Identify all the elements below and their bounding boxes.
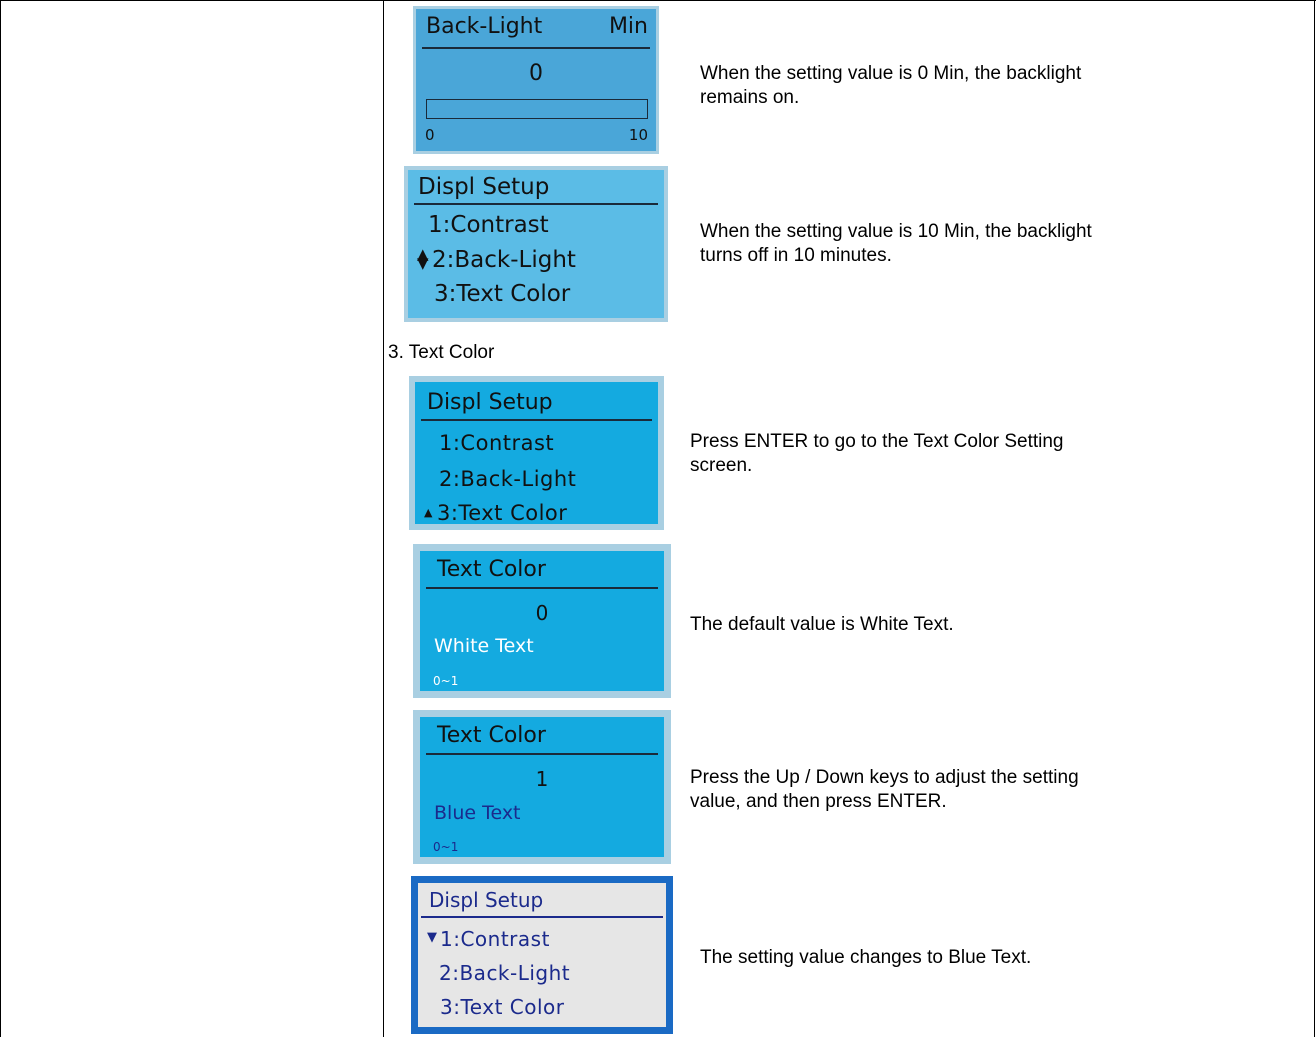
description-line: When the setting value is 0 Min, the bac… bbox=[700, 63, 1082, 84]
lcd-title: Displ Setup bbox=[429, 888, 544, 912]
table-top-border bbox=[0, 0, 1316, 1]
lcd-progress-bar bbox=[426, 99, 648, 119]
section-heading: 3. Text Color bbox=[388, 342, 495, 363]
lcd-title-rule bbox=[422, 47, 650, 49]
lcd-title-rule bbox=[426, 753, 658, 755]
description-line: The setting value changes to Blue Text. bbox=[700, 947, 1032, 968]
menu-item-contrast: 1:Contrast bbox=[428, 212, 549, 238]
description-default-white: The default value is White Text. bbox=[690, 613, 954, 637]
lcd-backlight-value: Back-Light Min 0 0 10 bbox=[413, 6, 659, 154]
description-line: remains on. bbox=[700, 87, 800, 108]
lcd-option-label: White Text bbox=[434, 635, 534, 657]
lcd-range-max: 10 bbox=[628, 126, 648, 144]
description-line: The default value is White Text. bbox=[690, 614, 954, 635]
description-line: turns off in 10 minutes. bbox=[700, 245, 892, 266]
lcd-title: Displ Setup bbox=[418, 174, 550, 200]
lcd-text-color-white: Text Color 0 White Text 0~1 bbox=[413, 544, 671, 698]
updown-arrow-icon: ▲ ▼ bbox=[417, 245, 429, 272]
table-column-divider bbox=[383, 0, 384, 1037]
lcd-range: 0~1 bbox=[433, 674, 459, 688]
up-arrow-icon: ▲ bbox=[424, 506, 433, 519]
lcd-title-rule bbox=[421, 916, 663, 918]
description-adjust-value: Press the Up / Down keys to adjust the s… bbox=[690, 766, 1079, 814]
menu-item-text-color: 3:Text Color bbox=[440, 995, 565, 1019]
down-arrow-icon: ▼ bbox=[427, 930, 437, 945]
lcd-title: Displ Setup bbox=[427, 390, 553, 415]
lcd-option-label: Blue Text bbox=[434, 802, 521, 824]
description-line: screen. bbox=[690, 455, 753, 476]
lcd-title-rule bbox=[421, 419, 652, 421]
description-backlight-0: When the setting value is 0 Min, the bac… bbox=[700, 62, 1081, 110]
lcd-displ-setup-textcolor: Displ Setup 1:Contrast 2:Back-Light ▲ 3:… bbox=[409, 376, 664, 530]
lcd-title-rule bbox=[426, 587, 658, 589]
menu-item-text-color: 3:Text Color bbox=[434, 281, 571, 307]
description-line: Press ENTER to go to the Text Color Sett… bbox=[690, 431, 1064, 452]
menu-item-back-light: 2:Back-Light bbox=[432, 247, 576, 273]
lcd-displ-setup-blue: Displ Setup ▼ 1:Contrast 2:Back-Light 3:… bbox=[411, 876, 673, 1034]
lcd-value: 0 bbox=[535, 601, 549, 625]
lcd-value: 1 bbox=[535, 767, 549, 791]
lcd-title: Text Color bbox=[437, 723, 546, 748]
lcd-value: 0 bbox=[529, 61, 543, 86]
lcd-title-rule bbox=[414, 203, 658, 205]
menu-item-back-light: 2:Back-Light bbox=[439, 961, 571, 985]
lcd-title: Text Color bbox=[437, 557, 546, 582]
description-line: Press the Up / Down keys to adjust the s… bbox=[690, 767, 1079, 788]
description-enter-text-color: Press ENTER to go to the Text Color Sett… bbox=[690, 430, 1064, 478]
menu-item-contrast: 1:Contrast bbox=[439, 431, 555, 455]
menu-item-back-light: 2:Back-Light bbox=[439, 467, 577, 491]
table-right-border bbox=[1314, 0, 1315, 1037]
description-line: value, and then press ENTER. bbox=[690, 791, 947, 812]
lcd-text-color-blue: Text Color 1 Blue Text 0~1 bbox=[413, 710, 671, 864]
lcd-title: Back-Light Min bbox=[426, 14, 648, 39]
lcd-range: 0~1 bbox=[433, 840, 459, 854]
menu-item-contrast: 1:Contrast bbox=[440, 927, 550, 951]
description-line: When the setting value is 10 Min, the ba… bbox=[700, 221, 1092, 242]
lcd-unit: Min bbox=[608, 14, 648, 39]
lcd-range-min: 0 bbox=[425, 126, 435, 144]
table-left-border bbox=[0, 0, 1, 1037]
menu-item-text-color: 3:Text Color bbox=[437, 501, 568, 525]
description-blue-text: The setting value changes to Blue Text. bbox=[700, 946, 1031, 970]
lcd-displ-setup-backlight: Displ Setup 1:Contrast ▲ ▼ 2:Back-Light 3… bbox=[404, 166, 668, 322]
description-backlight-10: When the setting value is 10 Min, the ba… bbox=[700, 220, 1092, 268]
